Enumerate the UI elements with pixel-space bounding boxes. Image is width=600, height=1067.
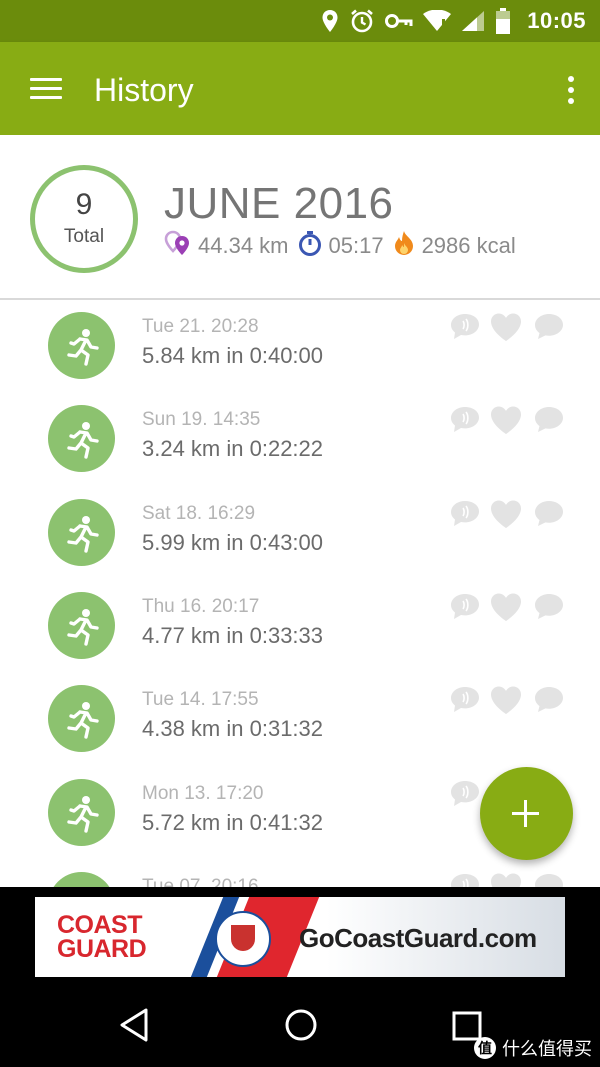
calories-value: 2986 kcal <box>421 233 516 258</box>
distance-value: 44.34 km <box>198 233 289 258</box>
watermark-icon: 值 <box>474 1037 496 1059</box>
sound-icon[interactable] <box>450 872 480 887</box>
workout-row[interactable]: Sun 19. 14:35 3.24 km in 0:22:22 <box>0 393 600 486</box>
sound-icon[interactable] <box>450 685 480 718</box>
heart-icon[interactable] <box>489 312 523 347</box>
workout-actions <box>450 872 566 887</box>
battery-icon <box>495 8 511 34</box>
running-icon <box>48 498 115 566</box>
workout-row[interactable]: Sat 18. 16:29 5.99 km in 0:43:00 <box>0 487 600 580</box>
coast-guard-seal-icon <box>215 911 271 967</box>
workout-row[interactable]: Tue 14. 17:55 4.38 km in 0:31:32 <box>0 673 600 766</box>
month-title: JUNE 2016 <box>164 179 394 228</box>
comment-icon[interactable] <box>534 685 564 718</box>
running-icon <box>48 778 115 846</box>
workout-summary: 5.84 km in 0:40:00 <box>142 343 324 368</box>
month-summary: 9 Total JUNE 2016 44.34 km 05:17 2986 kc… <box>0 135 600 300</box>
workout-actions <box>450 405 566 437</box>
wifi-icon <box>423 10 452 32</box>
heart-icon[interactable] <box>489 592 523 627</box>
running-icon <box>48 312 115 379</box>
comment-icon[interactable] <box>534 312 564 345</box>
heart-icon[interactable] <box>489 872 523 887</box>
location-icon <box>321 9 339 33</box>
key-icon <box>385 12 413 30</box>
running-icon <box>48 591 115 659</box>
workout-summary: 5.72 km in 0:41:32 <box>142 809 324 835</box>
workout-summary: 4.38 km in 0:31:32 <box>142 716 324 742</box>
duration-value: 05:17 <box>328 233 384 258</box>
ad-url: GoCoastGuard.com <box>299 923 537 953</box>
alarm-icon <box>349 8 375 34</box>
status-bar: 10:05 <box>0 0 600 42</box>
running-icon <box>48 871 115 887</box>
heart-icon[interactable] <box>489 405 523 440</box>
workout-date: Tue 21. 20:28 <box>142 316 259 337</box>
workout-date: Tue 14. 17:55 <box>142 689 259 711</box>
calories-stat: 2986 kcal <box>392 230 516 262</box>
workout-row[interactable]: Tue 07. 20:16 <box>0 860 600 887</box>
route-pins-icon <box>164 230 198 262</box>
workout-date: Sun 19. 14:35 <box>142 409 261 431</box>
total-ring: 9 Total <box>30 165 138 273</box>
heart-icon[interactable] <box>489 499 523 534</box>
ad-banner-area: COAST GUARD GoCoastGuard.com <box>0 887 600 987</box>
back-icon[interactable] <box>118 1007 150 1048</box>
workout-actions <box>450 312 566 344</box>
ad-banner[interactable]: COAST GUARD GoCoastGuard.com <box>35 897 565 977</box>
more-options-icon[interactable] <box>558 70 582 110</box>
workout-summary: 4.77 km in 0:33:33 <box>142 622 324 648</box>
flame-icon <box>392 230 422 262</box>
system-nav-bar: 值 什么值得买 <box>0 987 600 1067</box>
total-count: 9 <box>75 188 93 221</box>
workout-summary: 3.24 km in 0:22:22 <box>142 436 324 462</box>
add-workout-button[interactable] <box>480 767 573 860</box>
signal-icon <box>461 10 485 32</box>
watermark: 值 什么值得买 <box>474 1035 592 1061</box>
summary-stats: 44.34 km 05:17 2986 kcal <box>164 230 524 262</box>
workout-actions <box>450 685 566 717</box>
workout-date: Sat 18. 16:29 <box>142 502 256 524</box>
sound-icon[interactable] <box>450 312 480 345</box>
sound-icon[interactable] <box>450 499 480 532</box>
workout-actions <box>450 499 566 531</box>
distance-stat: 44.34 km <box>164 230 289 262</box>
workout-row[interactable]: Tue 21. 20:28 5.84 km in 0:40:00 <box>0 300 600 393</box>
workout-row[interactable]: Thu 16. 20:17 4.77 km in 0:33:33 <box>0 580 600 673</box>
watermark-text: 什么值得买 <box>502 1039 592 1059</box>
app-toolbar: History <box>0 42 600 135</box>
page-title: History <box>94 72 194 108</box>
menu-icon[interactable] <box>22 66 70 114</box>
workout-date: Mon 13. 17:20 <box>142 782 264 804</box>
home-icon[interactable] <box>283 1007 319 1048</box>
running-icon <box>48 685 115 753</box>
running-icon <box>48 405 115 473</box>
stopwatch-icon <box>297 230 329 262</box>
workout-date: Thu 16. 20:17 <box>142 595 260 617</box>
comment-icon[interactable] <box>534 405 564 438</box>
sound-icon[interactable] <box>450 592 480 625</box>
comment-icon[interactable] <box>534 592 564 625</box>
sound-icon[interactable] <box>450 779 480 812</box>
heart-icon[interactable] <box>489 685 523 720</box>
comment-icon[interactable] <box>534 499 564 532</box>
comment-icon[interactable] <box>534 872 564 887</box>
total-label: Total <box>63 226 105 247</box>
status-time: 10:05 <box>527 8 586 33</box>
duration-stat: 05:17 <box>297 230 384 262</box>
workout-date: Tue 07. 20:16 <box>142 875 259 887</box>
ad-brand: COAST GUARD <box>57 911 147 963</box>
workout-summary: 5.99 km in 0:43:00 <box>142 529 324 555</box>
workout-actions <box>450 592 566 624</box>
sound-icon[interactable] <box>450 405 480 438</box>
